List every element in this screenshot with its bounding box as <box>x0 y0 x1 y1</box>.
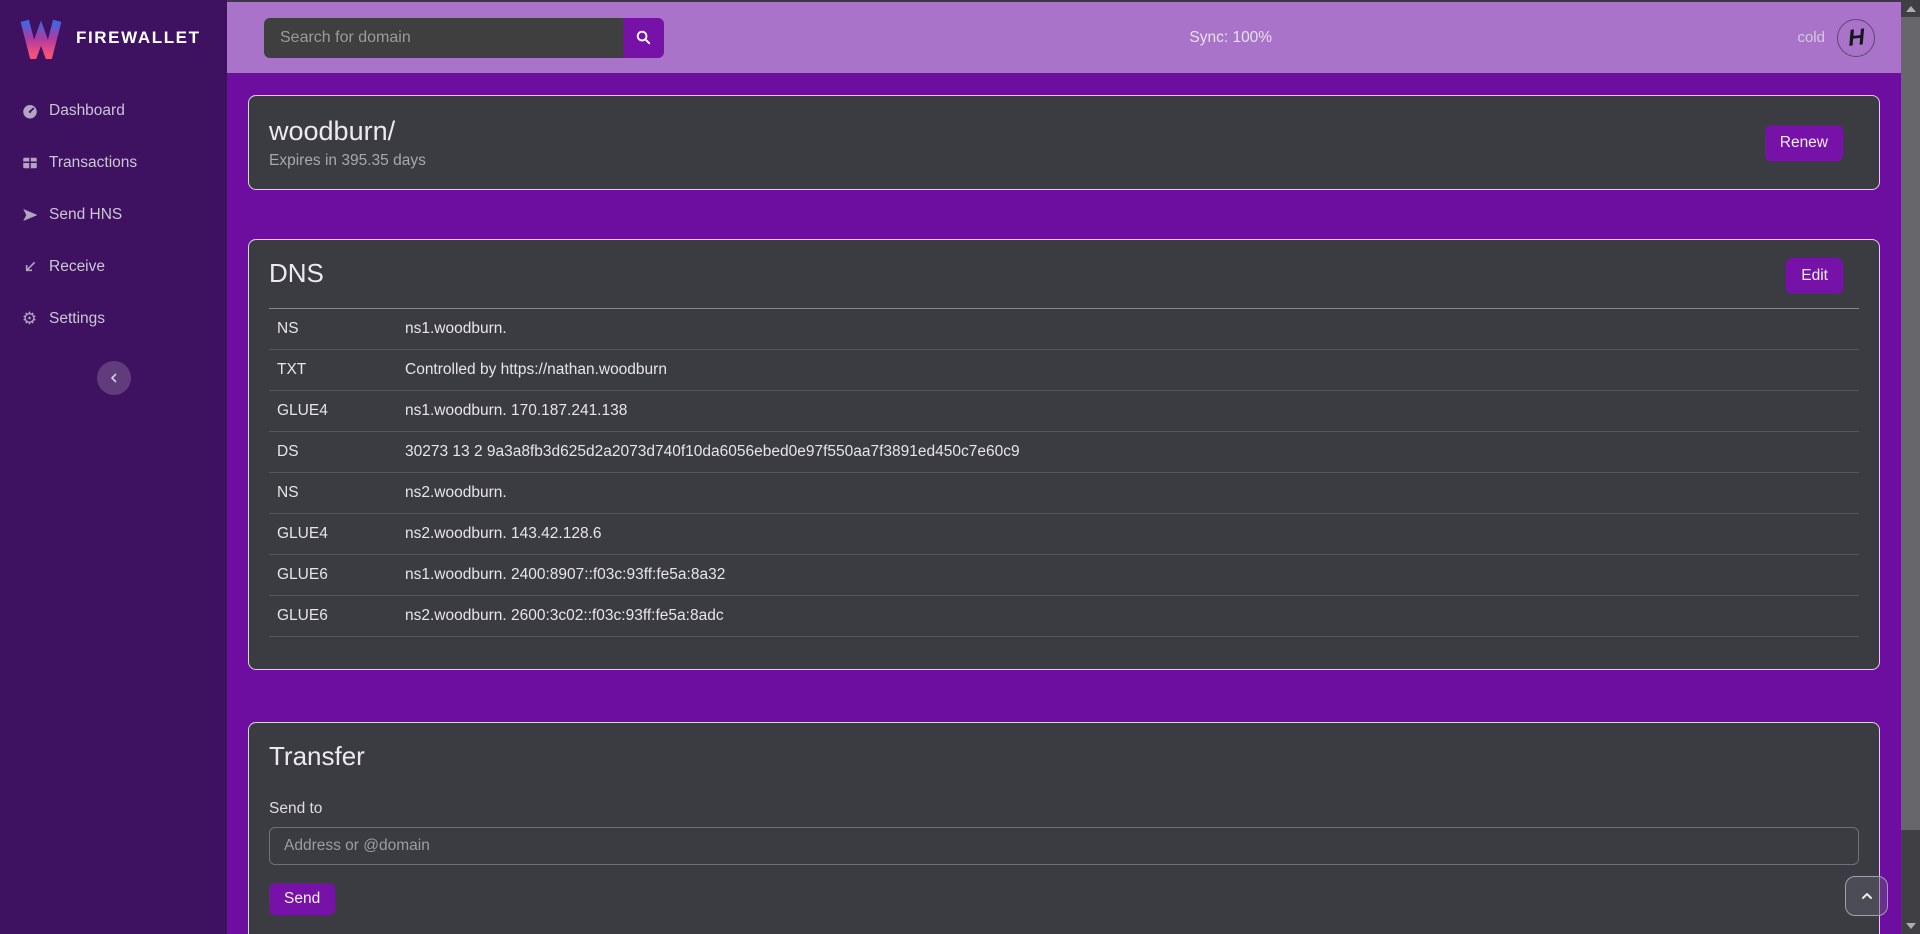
domain-card-text: woodburn/ Expires in 395.35 days <box>269 116 426 170</box>
dns-record-row: NS ns1.woodburn. <box>269 309 1859 350</box>
handshake-logo[interactable]: H <box>1837 19 1875 57</box>
dns-record-row: NS ns2.woodburn. <box>269 473 1859 514</box>
dns-record-row: GLUE4 ns2.woodburn. 143.42.128.6 <box>269 514 1859 555</box>
app-title: FIREWALLET <box>76 28 201 48</box>
dns-card-header: DNS Edit <box>249 240 1879 294</box>
transfer-recipient-input[interactable] <box>269 827 1859 865</box>
send-to-label: Send to <box>269 800 1859 818</box>
window-scrollbar[interactable] <box>1901 0 1920 934</box>
dns-record-type: GLUE4 <box>269 525 405 543</box>
gauge-icon <box>20 102 39 120</box>
sidebar-item-send-hns[interactable]: Send HNS <box>0 189 227 241</box>
sidebar-item-label: Receive <box>49 258 105 276</box>
dns-record-type: GLUE4 <box>269 402 405 420</box>
page-content: woodburn/ Expires in 395.35 days Renew D… <box>227 73 1901 934</box>
sidebar: FIREWALLET Dashboard Transactions Send H… <box>0 0 227 934</box>
table-icon <box>20 154 39 172</box>
scrollbar-down-arrow[interactable] <box>1901 917 1920 934</box>
scrollbar-up-arrow[interactable] <box>1901 0 1920 17</box>
send-transfer-button[interactable]: Send <box>269 883 335 915</box>
sidebar-item-label: Dashboard <box>49 102 125 120</box>
sidebar-item-transactions[interactable]: Transactions <box>0 137 227 189</box>
sidebar-nav: Dashboard Transactions Send HNS Receive … <box>0 85 227 345</box>
main-column: Sync: 100% cold H woodburn/ Expires in 3… <box>227 0 1901 934</box>
dns-record-value: ns1.woodburn. 170.187.241.138 <box>405 402 1859 420</box>
dns-record-row: TXT Controlled by https://nathan.woodbur… <box>269 350 1859 391</box>
edit-dns-button[interactable]: Edit <box>1786 258 1843 294</box>
dns-record-value: ns2.woodburn. 143.42.128.6 <box>405 525 1859 543</box>
dns-record-type: NS <box>269 484 405 502</box>
dns-record-row: GLUE4 ns1.woodburn. 170.187.241.138 <box>269 391 1859 432</box>
wallet-name-badge: cold <box>1797 29 1825 46</box>
dns-record-row: GLUE6 ns2.woodburn. 2600:3c02::f03c:93ff… <box>269 596 1859 637</box>
transfer-card: Transfer Send to Send <box>248 722 1880 934</box>
dns-record-type: NS <box>269 320 405 338</box>
dns-record-value: ns2.woodburn. <box>405 484 1859 502</box>
sync-status: Sync: 100% <box>1189 29 1272 47</box>
dns-records-table: NS ns1.woodburn. TXT Controlled by https… <box>269 309 1859 637</box>
gear-icon: ⚙ <box>20 309 39 329</box>
search-icon <box>635 29 652 46</box>
dns-record-type: DS <box>269 443 405 461</box>
dns-record-value: 30273 13 2 9a3a8fb3d625d2a2073d740f10da6… <box>405 443 1859 461</box>
dns-record-row: DS 30273 13 2 9a3a8fb3d625d2a2073d740f10… <box>269 432 1859 473</box>
sidebar-collapse-button[interactable] <box>97 361 131 395</box>
dns-title: DNS <box>269 258 324 289</box>
domain-card: woodburn/ Expires in 395.35 days Renew <box>248 95 1880 190</box>
dns-record-type: GLUE6 <box>269 566 405 584</box>
send-icon <box>20 206 39 224</box>
sidebar-item-label: Transactions <box>49 154 137 172</box>
domain-search-form <box>264 18 664 58</box>
dns-record-value: ns1.woodburn. <box>405 320 1859 338</box>
domain-expiry: Expires in 395.35 days <box>269 152 426 170</box>
scrollbar-thumb[interactable] <box>1901 17 1920 830</box>
dns-record-value: ns2.woodburn. 2600:3c02::f03c:93ff:fe5a:… <box>405 607 1859 625</box>
chevron-left-icon <box>108 372 120 384</box>
sidebar-item-receive[interactable]: Receive <box>0 241 227 293</box>
domain-title: woodburn/ <box>269 116 426 147</box>
renew-button[interactable]: Renew <box>1765 125 1843 161</box>
dns-card: DNS Edit NS ns1.woodburn. TXT Controlled… <box>248 239 1880 670</box>
sidebar-item-settings[interactable]: ⚙ Settings <box>0 293 227 345</box>
search-input[interactable] <box>264 18 623 58</box>
receive-arrow-icon <box>20 259 39 275</box>
sidebar-item-label: Send HNS <box>49 206 122 224</box>
dns-record-value: ns1.woodburn. 2400:8907::f03c:93ff:fe5a:… <box>405 566 1859 584</box>
dns-record-type: TXT <box>269 361 405 379</box>
sidebar-item-dashboard[interactable]: Dashboard <box>0 85 227 137</box>
brand[interactable]: FIREWALLET <box>0 0 227 73</box>
wallet-info: cold H <box>1797 19 1875 57</box>
transfer-title: Transfer <box>269 741 1859 772</box>
dns-record-value: Controlled by https://nathan.woodburn <box>405 361 1859 379</box>
topbar: Sync: 100% cold H <box>227 2 1901 73</box>
firewallet-w-logo <box>20 17 62 59</box>
sidebar-item-label: Settings <box>49 310 105 328</box>
search-button[interactable] <box>623 18 664 58</box>
sync-status-wrap: Sync: 100% <box>664 29 1797 47</box>
dns-record-row: GLUE6 ns1.woodburn. 2400:8907::f03c:93ff… <box>269 555 1859 596</box>
dns-record-type: GLUE6 <box>269 607 405 625</box>
scroll-to-top-button[interactable] <box>1845 876 1888 916</box>
chevron-up-icon <box>1859 888 1875 904</box>
